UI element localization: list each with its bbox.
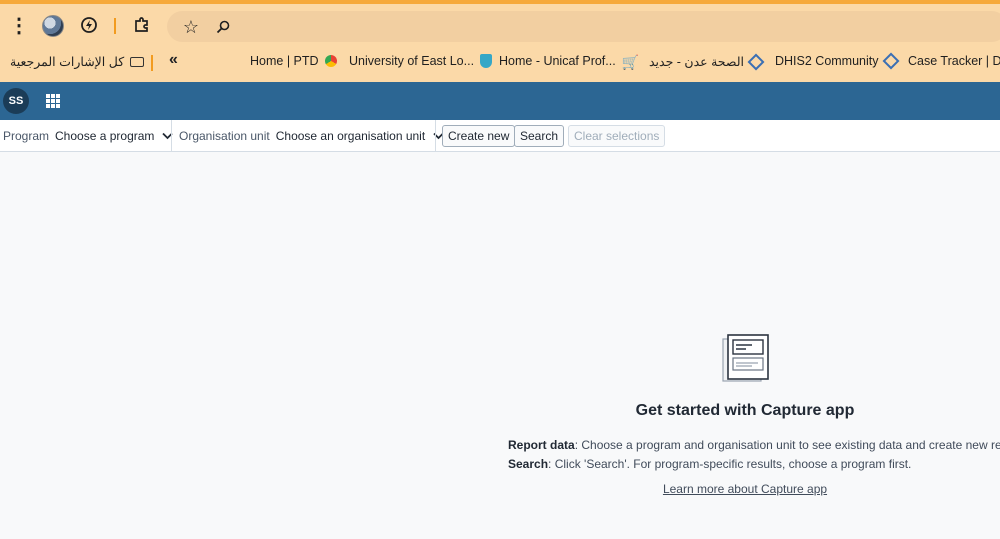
- shield-icon: [480, 54, 493, 68]
- bookmark-aden-health[interactable]: الصحة عدن - جديد: [649, 53, 765, 70]
- bookmark-dhis2-community[interactable]: DHIS2 Community: [775, 52, 899, 70]
- org-unit-value: Choose an organisation unit: [275, 128, 426, 143]
- report-data-label: Report data: [508, 438, 575, 452]
- bookmark-star-icon[interactable]: ☆: [178, 14, 204, 40]
- bookmarks-bar: كل الإشارات المرجعية « Home | PTD Univer…: [0, 46, 1000, 78]
- toolbar-separator: [114, 18, 116, 34]
- bookmark-label: Home | PTD: [250, 54, 319, 68]
- clear-selections-button[interactable]: Clear selections: [568, 125, 666, 147]
- dhis2-header-bar: SS: [0, 82, 1000, 120]
- bookmark-home-ptd[interactable]: Home | PTD: [250, 54, 337, 68]
- program-label: Program: [3, 128, 50, 143]
- diamond-icon: [747, 53, 765, 70]
- search-hint-text: : Click 'Search'. For program-specific r…: [548, 457, 912, 471]
- empty-state-title: Get started with Capture app: [635, 402, 855, 419]
- search-hint-label: Search: [508, 457, 549, 471]
- colorful-dot-icon: [324, 55, 337, 67]
- search-hint: Search: Click 'Search'. For program-spec…: [508, 457, 911, 471]
- cart-icon: 🛒: [621, 54, 640, 70]
- report-data-text: : Choose a program and organisation unit…: [574, 438, 1000, 452]
- context-selector-bar: Program Choose a program Organisation un…: [0, 120, 1000, 152]
- bookmark-label: كل الإشارات المرجعية: [10, 55, 125, 69]
- search-button[interactable]: Search: [514, 125, 565, 147]
- program-value: Choose a program: [55, 128, 155, 143]
- diamond-icon: [882, 52, 899, 70]
- org-unit-selector[interactable]: Organisation unit Choose an organisation…: [179, 120, 444, 151]
- user-avatar[interactable]: SS: [3, 88, 29, 114]
- selector-divider: [435, 120, 436, 151]
- browser-toolbar: ⋮ ☆: [0, 4, 1000, 46]
- bookmark-label: الصحة عدن - جديد: [649, 55, 745, 69]
- bookmark-all-bookmarks[interactable]: كل الإشارات المرجعية: [10, 54, 145, 69]
- browser-chrome: ⋮ ☆ كل الإشارات المرجعية « Home | PTD Un…: [0, 0, 1000, 82]
- selector-divider: [171, 120, 172, 151]
- capture-app-document-icon: [722, 334, 770, 382]
- report-data-hint: Report data: Choose a program and organi…: [508, 438, 1000, 452]
- bookmark-label: University of East Lo...: [349, 54, 475, 68]
- create-new-button[interactable]: Create new: [442, 125, 516, 147]
- profile-avatar-icon[interactable]: [42, 15, 64, 37]
- extension-bolt-icon[interactable]: [76, 12, 102, 38]
- bookmark-university-east-london[interactable]: University of East Lo...: [349, 54, 493, 68]
- extensions-puzzle-icon[interactable]: [129, 12, 155, 38]
- org-unit-label: Organisation unit: [179, 128, 270, 143]
- folder-icon: [130, 56, 145, 67]
- address-bar[interactable]: [167, 11, 1000, 42]
- bookmark-unicaf[interactable]: Home - Unicaf Prof... 🛒: [499, 54, 640, 70]
- learn-more-link[interactable]: Learn more about Capture app: [520, 482, 970, 496]
- bookmarks-separator: [151, 55, 153, 71]
- bookmark-case-tracker[interactable]: Case Tracker | DHIS2: [908, 54, 1000, 68]
- program-selector[interactable]: Program Choose a program: [3, 120, 174, 151]
- bookmark-label: Case Tracker | DHIS2: [908, 54, 1000, 68]
- more-bookmarks-chevron-icon[interactable]: «: [169, 51, 178, 69]
- apps-grid-icon[interactable]: [46, 94, 60, 108]
- bookmark-label: Home - Unicaf Prof...: [499, 54, 616, 68]
- menu-kebab-icon[interactable]: ⋮: [6, 12, 32, 38]
- lens-search-icon[interactable]: [210, 14, 236, 40]
- bookmark-label: DHIS2 Community: [775, 54, 879, 68]
